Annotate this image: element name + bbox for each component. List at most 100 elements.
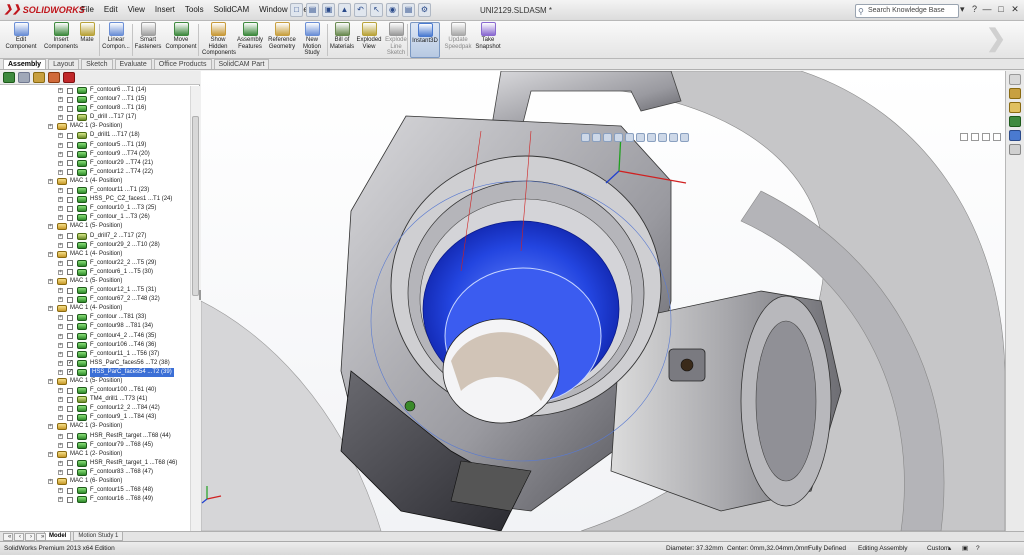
hide-show-icon[interactable] [647,133,656,142]
operation-checkbox[interactable]: ✓ [67,369,73,376]
expand-toggle-icon[interactable]: + [58,488,63,494]
configuration-tab-icon[interactable] [33,72,45,83]
expand-toggle-icon[interactable]: + [48,479,53,485]
tree-scrollbar-thumb[interactable] [192,116,199,296]
operation-checkbox[interactable] [67,269,73,276]
tab-office-products[interactable]: Office Products [153,59,212,69]
ribbon-show-hidden-components-button[interactable]: Show Hidden Components [202,22,236,58]
bottom-tab-model[interactable]: Model [44,532,72,541]
expand-toggle-icon[interactable]: + [58,88,63,93]
operation-checkbox[interactable] [67,496,73,503]
expand-toggle-icon[interactable]: + [58,342,63,348]
undo-icon[interactable]: ↶ [354,3,367,17]
expand-toggle-icon[interactable]: + [58,97,63,103]
expand-toggle-icon[interactable]: + [58,106,63,112]
first-tab-icon[interactable]: « [3,533,13,541]
tree-item[interactable]: + F_contour7 ...T1 (15) [0,95,190,104]
ribbon-assembly-features-button[interactable]: Assembly Features [236,22,264,58]
view-settings-icon[interactable] [680,133,689,142]
tree-item[interactable]: + F_contour11_1 ...T56 (37) [0,350,190,359]
tree-item[interactable]: + D_drill1 ...T17 (18) [0,131,190,140]
expand-toggle-icon[interactable]: + [58,260,63,266]
tree-scrollbar[interactable] [190,86,200,531]
bottom-tab-motion-study-1[interactable]: Motion Study 1 [73,532,124,541]
tree-item[interactable]: + F_contour10_1 ...T3 (25) [0,204,190,213]
tree-item[interactable]: + MAC 1 (4- Position) [0,250,190,259]
tree-item[interactable]: + F_contour8 ...T1 (16) [0,104,190,113]
ribbon-smart-fasteners-button[interactable]: Smart Fasteners [134,22,162,58]
operation-checkbox[interactable] [67,233,73,239]
tree-item[interactable]: + TM4_drill1 ...T73 (41) [0,395,190,404]
ribbon-edit-component-button[interactable]: Edit Component [2,22,40,58]
view-orientation-icon[interactable] [625,133,634,142]
print-icon[interactable]: ▲ [338,3,351,17]
ribbon-reference-geometry-button[interactable]: Reference Geometry [265,22,299,58]
menu-item-window[interactable]: Window [258,5,288,14]
property-manager-tab-icon[interactable] [18,72,30,83]
tree-item[interactable]: + MAC 1 (2- Position) [0,450,190,459]
expand-toggle-icon[interactable]: + [58,351,63,357]
operation-checkbox[interactable] [67,169,73,176]
operation-checkbox[interactable] [67,196,73,203]
operation-checkbox[interactable] [67,242,73,249]
tree-item[interactable]: + F_contour12_1 ...T5 (31) [0,286,190,295]
menu-item-file[interactable]: File [80,5,95,14]
tree-item[interactable]: + HSR_RestR_target ...T68 (44) [0,432,190,441]
tree-item[interactable]: + F_contour16 ...T68 (49) [0,495,190,504]
operation-checkbox[interactable] [67,387,73,394]
operation-checkbox[interactable] [67,414,73,421]
expand-toggle-icon[interactable]: + [48,379,53,384]
menu-item-view[interactable]: View [127,5,146,14]
operation-checkbox[interactable] [67,396,73,403]
select-icon[interactable]: ↖ [370,3,383,17]
design-library-icon[interactable] [1009,88,1021,99]
operation-checkbox[interactable] [67,469,73,476]
operation-checkbox[interactable] [67,460,73,467]
menu-item-tools[interactable]: Tools [184,5,205,14]
expand-toggle-icon[interactable]: + [58,333,63,339]
expand-toggle-icon[interactable]: + [58,288,63,294]
solidworks-logo[interactable]: ❯❯ SOLIDWORKS [4,4,85,15]
expand-toggle-icon[interactable]: + [58,215,63,221]
tree-item[interactable]: + F_contour12_2 ...T84 (42) [0,404,190,413]
tab-assembly[interactable]: Assembly [3,59,47,69]
tree-item[interactable]: + MAC 1 (5- Position) [0,277,190,286]
operation-checkbox[interactable] [67,151,73,158]
tree-item[interactable]: + ✓ HSS_ParC_faces54 ...T2 (39) [0,367,190,377]
restore-icon[interactable]: □ [996,4,1006,16]
operation-checkbox[interactable] [67,114,73,121]
viewport-close-icon[interactable] [993,133,1001,141]
search-dropdown-icon[interactable]: ▾ [960,4,970,18]
zoom-area-icon[interactable] [592,133,601,142]
expand-toggle-icon[interactable]: + [58,469,63,475]
tree-item[interactable]: + MAC 1 (5- Position) [0,222,190,231]
operation-checkbox[interactable] [67,105,73,112]
operation-checkbox[interactable] [67,296,73,303]
appearances-icon[interactable] [1009,130,1021,141]
tree-item[interactable]: + F_contour11 ...T1 (23) [0,186,190,195]
expand-toggle-icon[interactable]: + [58,497,63,503]
expand-toggle-icon[interactable]: + [58,324,63,330]
expand-toggle-icon[interactable]: + [58,269,63,275]
edit-appearance-icon[interactable] [658,133,667,142]
tree-item[interactable]: + D_drill7_2 ...T17 (27) [0,232,190,241]
tree-item[interactable]: + F_contour6_1 ...T5 (30) [0,268,190,277]
expand-toggle-icon[interactable]: + [58,115,63,121]
ribbon-move-component-button[interactable]: Move Component [163,22,199,58]
solidworks-resources-icon[interactable] [1009,74,1021,85]
expand-toggle-icon[interactable]: + [58,415,63,421]
tree-item[interactable]: + F_contour100 ...T61 (40) [0,386,190,395]
section-view-icon[interactable] [614,133,623,142]
tree-item[interactable]: + MAC 1 (3- Position) [0,122,190,131]
tree-item[interactable]: + F_contour_1 ...T3 (26) [0,213,190,222]
new-document-icon[interactable]: □ [290,3,303,17]
operation-checkbox[interactable] [67,351,73,358]
operation-checkbox[interactable] [67,160,73,167]
operation-checkbox[interactable] [67,333,73,340]
operation-checkbox[interactable] [67,260,73,267]
expand-toggle-icon[interactable]: + [48,178,53,184]
operation-checkbox[interactable] [67,87,73,94]
tree-item[interactable]: + F_contour4_2 ...T46 (35) [0,332,190,341]
file-explorer-icon[interactable] [1009,102,1021,113]
save-icon[interactable]: ▣ [322,3,335,17]
